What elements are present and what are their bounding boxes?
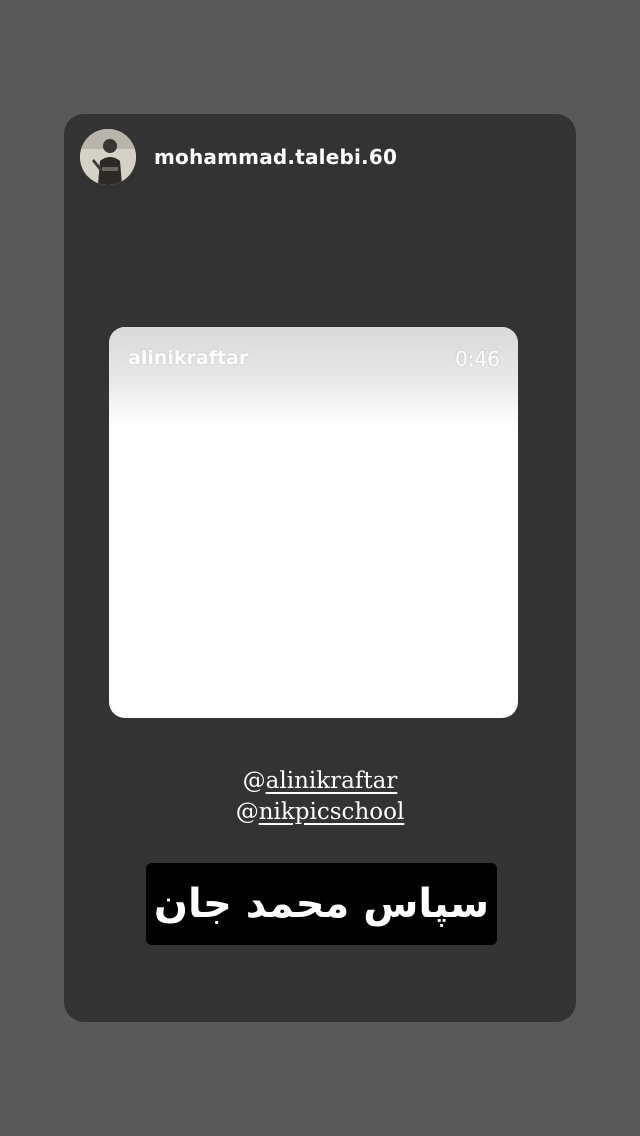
mention-at: @ xyxy=(235,799,259,825)
mention-handle: nikpicschool xyxy=(258,799,405,825)
shared-post-duration: 0:46 xyxy=(455,347,500,371)
story-username[interactable]: mohammad.talebi.60 xyxy=(154,145,397,169)
story-card[interactable]: mohammad.talebi.60 alinikraftar 0:46 @al… xyxy=(64,114,576,1022)
mention-at: @ xyxy=(242,768,266,794)
caption-sticker: سپاس محمد جان xyxy=(146,863,497,945)
mentions-block: @alinikraftar @nikpicschool xyxy=(64,766,576,828)
media-header-gradient xyxy=(109,327,518,427)
mention-nikpicschool[interactable]: @nikpicschool xyxy=(64,797,576,828)
profile-photo-icon xyxy=(80,129,136,185)
mention-alinikraftar[interactable]: @alinikraftar xyxy=(64,766,576,797)
shared-post-card[interactable]: alinikraftar 0:46 xyxy=(109,327,518,718)
story-header: mohammad.talebi.60 xyxy=(80,129,397,185)
avatar[interactable] xyxy=(80,129,136,185)
mention-handle: alinikraftar xyxy=(265,768,398,794)
shared-post-username: alinikraftar xyxy=(128,347,249,369)
caption-text: سپاس محمد جان xyxy=(153,881,490,927)
